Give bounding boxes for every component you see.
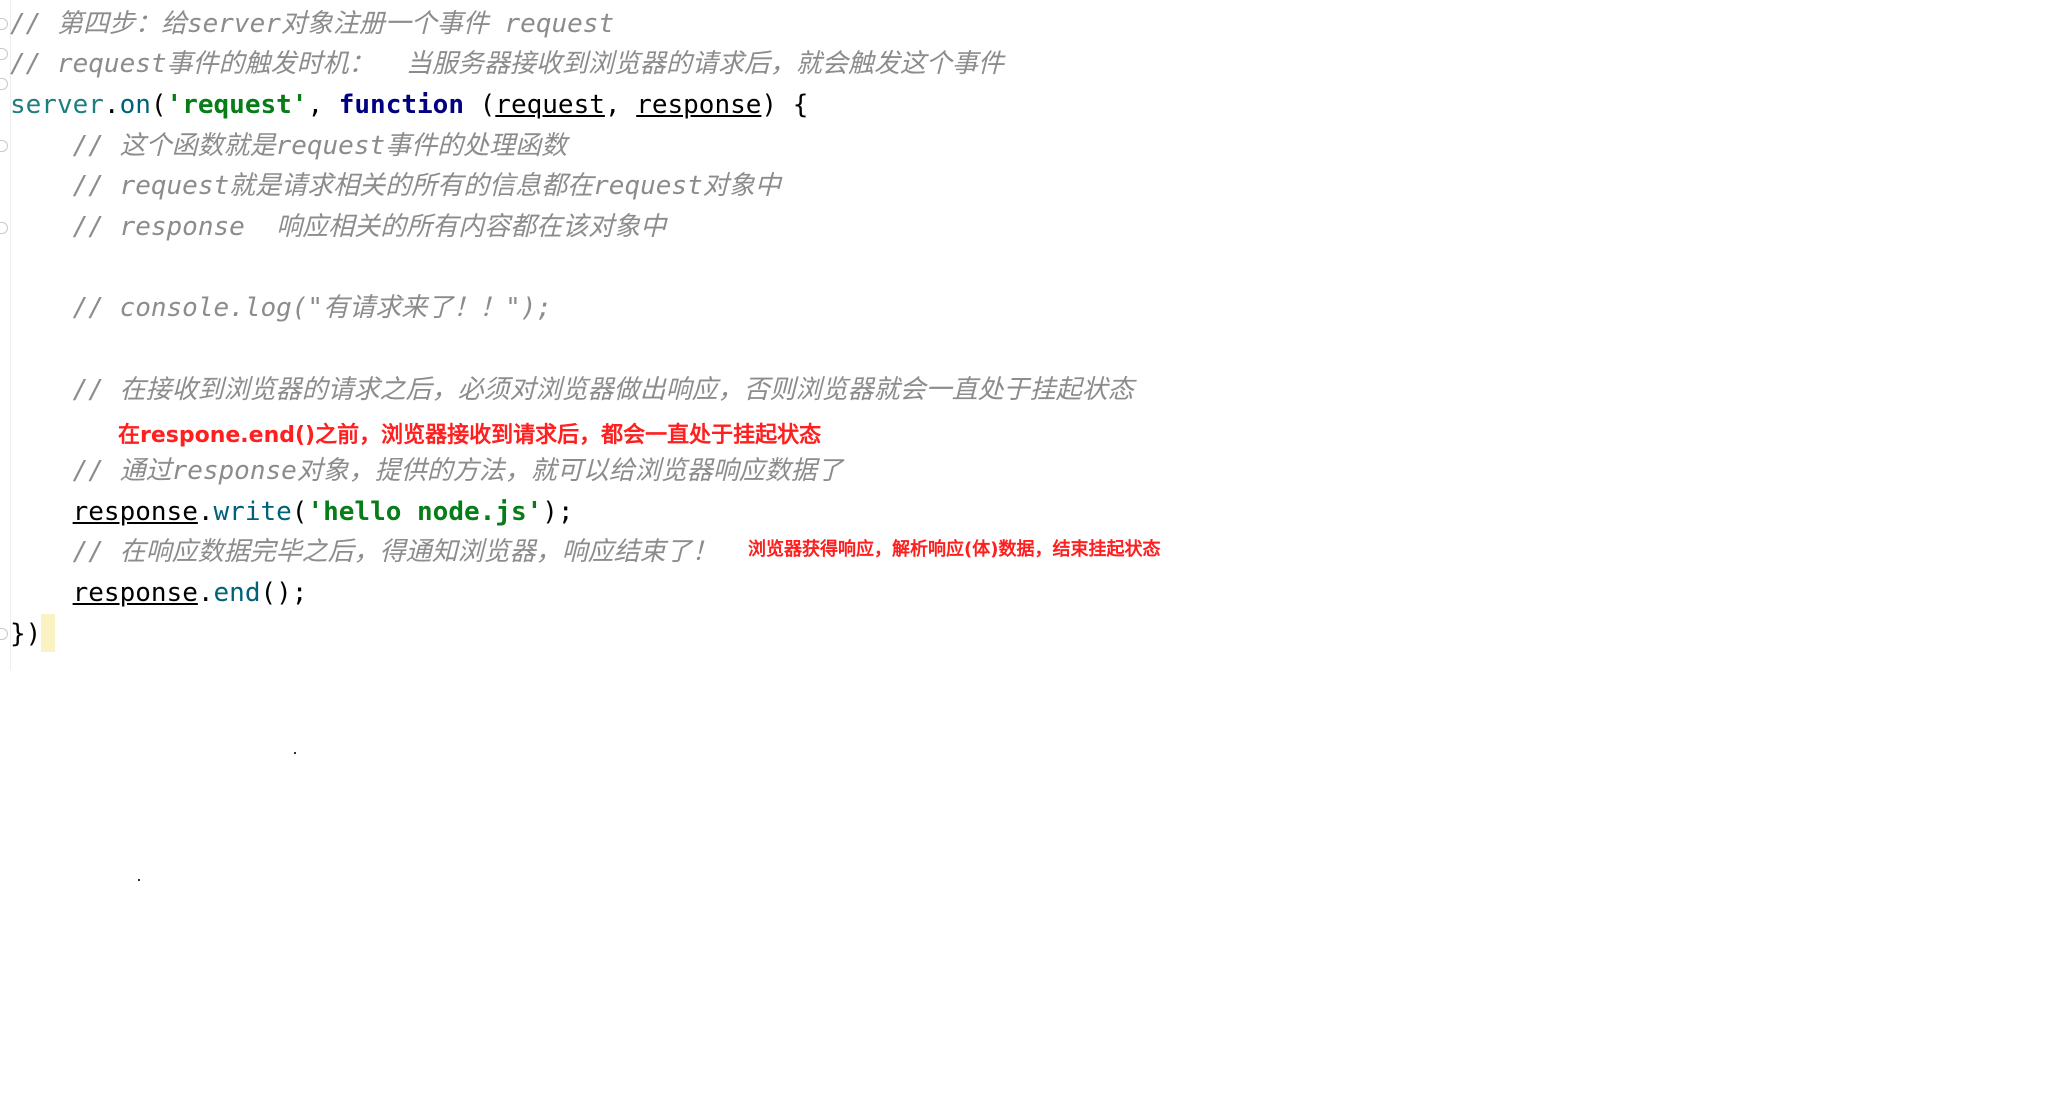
code-line-13[interactable]: // 在响应数据完毕之后，得通知浏览器，响应结束了！	[10, 532, 718, 572]
code-token-method: end	[213, 578, 261, 608]
code-token-object: response	[72, 578, 198, 608]
code-line-15[interactable]: })	[10, 614, 56, 654]
code-line-2[interactable]: // request事件的触发时机： 当服务器接收到浏览器的请求后，就会触发这个…	[10, 44, 1004, 84]
code-line-6[interactable]: // response 响应相关的所有内容都在该对象中	[10, 207, 667, 247]
code-token-method: write	[213, 497, 292, 527]
code-token-paren: (	[291, 497, 308, 527]
code-token-dot: .	[197, 578, 214, 608]
code-token-keyword: function	[338, 90, 464, 120]
code-token-string: 'hello node.js'	[307, 497, 543, 527]
code-line-12[interactable]: response.write('hello node.js');	[10, 492, 574, 532]
code-line-3[interactable]: server.on('request', function (request, …	[10, 85, 808, 125]
code-line-4[interactable]: // 这个函数就是request事件的处理函数	[10, 126, 568, 166]
code-token-param: request	[495, 90, 605, 120]
code-line-5[interactable]: // request就是请求相关的所有的信息都在request对象中	[10, 166, 781, 206]
fold-marker-icon[interactable]	[0, 628, 8, 640]
fold-marker-icon[interactable]	[0, 78, 8, 90]
fold-marker-icon[interactable]	[0, 48, 8, 60]
code-token-param: response	[636, 90, 762, 120]
stray-dot	[138, 879, 140, 881]
code-line-8[interactable]: // console.log("有请求来了！！");	[10, 288, 552, 328]
text-caret	[41, 614, 56, 652]
code-line-1[interactable]: // 第四步：给server对象注册一个事件 request	[10, 4, 614, 44]
code-token-paren: );	[542, 497, 574, 527]
fold-marker-icon[interactable]	[0, 222, 8, 234]
code-token-brace: ) {	[761, 90, 809, 120]
code-token-indent	[10, 578, 73, 608]
code-line-11[interactable]: // 通过response对象，提供的方法，就可以给浏览器响应数据了	[10, 451, 843, 491]
code-editor[interactable]: // 第四步：给server对象注册一个事件 request // reques…	[0, 0, 1300, 670]
code-token-object: server	[10, 90, 104, 120]
code-token-paren: (	[463, 90, 496, 120]
fold-marker-icon[interactable]	[0, 140, 8, 152]
code-token-object: response	[72, 497, 198, 527]
stray-dot	[294, 752, 296, 754]
code-token-comma: ,	[604, 90, 637, 120]
annotation-note-1: 在respone.end()之前，浏览器接收到请求后，都会一直处于挂起状态	[118, 423, 822, 448]
fold-marker-icon[interactable]	[0, 18, 8, 30]
code-token-dot: .	[197, 497, 214, 527]
annotation-note-2: 浏览器获得响应，解析响应(体)数据，结束挂起状态	[748, 539, 1161, 560]
code-token-paren: (	[150, 90, 167, 120]
code-token-method: on	[119, 90, 151, 120]
code-token-dot: .	[103, 90, 120, 120]
code-token-paren: ();	[260, 578, 308, 608]
code-line-10[interactable]: // 在接收到浏览器的请求之后，必须对浏览器做出响应，否则浏览器就会一直处于挂起…	[10, 370, 1134, 410]
code-token-indent	[10, 497, 73, 527]
code-line-14[interactable]: response.end();	[10, 573, 308, 613]
code-token-string: 'request'	[166, 90, 308, 120]
code-token-comma: ,	[307, 90, 339, 120]
code-token-brace: })	[10, 619, 42, 649]
